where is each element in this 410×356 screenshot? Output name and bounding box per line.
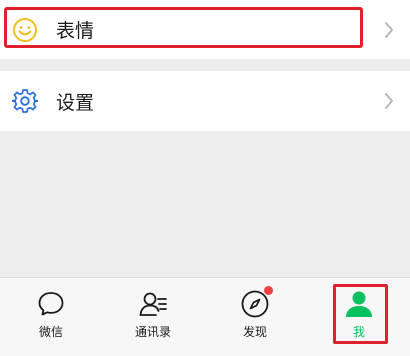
- emoji-label: 表情: [56, 20, 95, 42]
- chat-bubble-icon: [38, 292, 64, 316]
- emoji-row[interactable]: 表情: [0, 0, 410, 59]
- settings-label: 设置: [56, 91, 95, 114]
- chevron-right-icon: [385, 93, 393, 109]
- tab-contacts[interactable]: 通讯录: [102, 278, 204, 356]
- settings-row[interactable]: 设置: [0, 71, 410, 131]
- tab-me[interactable]: 我: [308, 278, 410, 356]
- chevron-right-icon: [385, 21, 393, 38]
- tab-label-discover: 发现: [242, 325, 267, 339]
- bottom-tab-bar: 微信 通讯录 发现 我: [0, 277, 410, 356]
- smiley-icon: [13, 17, 37, 42]
- tab-chats[interactable]: 微信: [0, 278, 102, 356]
- notification-dot: [264, 286, 273, 295]
- tab-discover[interactable]: 发现: [204, 278, 306, 356]
- gear-icon: [12, 89, 38, 113]
- person-icon: [346, 291, 372, 317]
- tab-label-contacts: 通讯录: [134, 325, 171, 339]
- compass-icon-wrap: [240, 286, 273, 319]
- tab-label-chats: 微信: [38, 325, 63, 339]
- contacts-icon: [139, 292, 167, 316]
- tab-label-me: 我: [352, 325, 365, 339]
